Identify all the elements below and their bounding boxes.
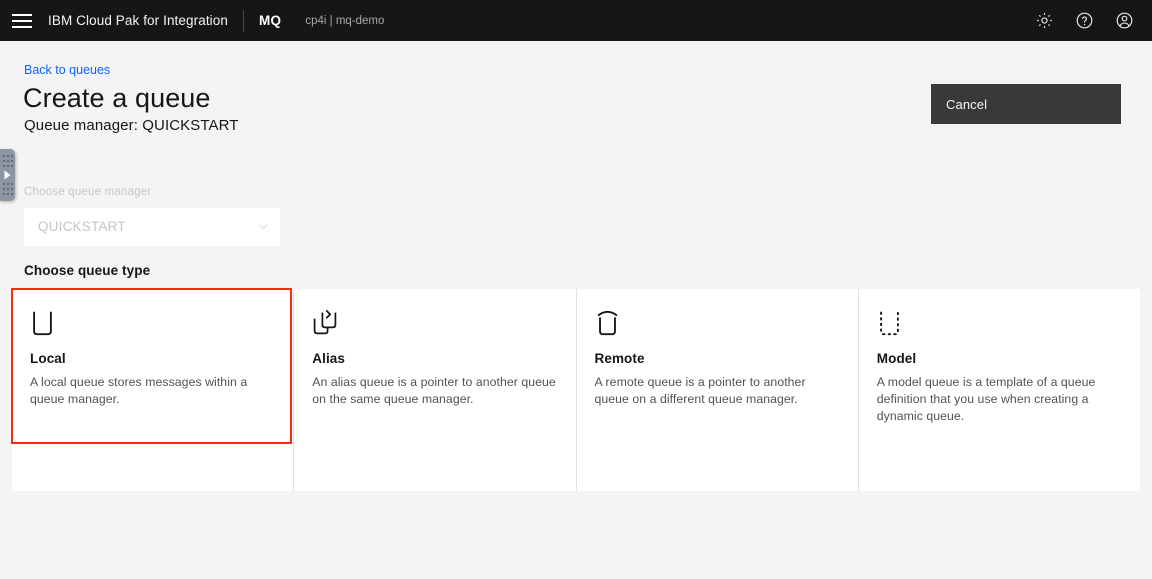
queue-model-icon	[877, 309, 1122, 343]
choose-queue-type-heading: Choose queue type	[24, 263, 151, 278]
header-divider	[243, 9, 244, 32]
product-name: IBM Cloud Pak for Integration	[48, 13, 228, 28]
cancel-button[interactable]: Cancel	[931, 84, 1121, 124]
queue-type-description: An alias queue is a pointer to another q…	[312, 375, 556, 406]
chevron-down-icon	[246, 220, 280, 233]
queue-manager-field-label: Choose queue manager	[24, 186, 152, 198]
queue-type-card-remote[interactable]: Remote A remote queue is a pointer to an…	[576, 289, 858, 491]
queue-type-card-local[interactable]: Local A local queue stores messages with…	[12, 289, 294, 491]
page-title: Create a queue	[23, 83, 211, 113]
queue-type-title: Local	[30, 351, 66, 366]
queue-type-title: Model	[876, 351, 917, 366]
queue-type-description: A local queue stores messages within a q…	[30, 375, 248, 406]
queue-local-icon	[30, 309, 275, 343]
help-question-icon[interactable]	[1064, 0, 1104, 41]
settings-gear-icon[interactable]	[1024, 0, 1064, 41]
side-panel-grip-handle[interactable]	[0, 149, 15, 201]
queue-type-title: Alias	[312, 351, 346, 366]
header-icon-group	[1024, 0, 1152, 41]
queue-type-card-grid: Local A local queue stores messages with…	[12, 289, 1140, 491]
app-badge-mq[interactable]: MQ	[259, 13, 281, 28]
queue-type-card-alias[interactable]: Alias An alias queue is a pointer to ano…	[294, 289, 576, 491]
queue-alias-icon	[312, 309, 557, 343]
page-content: Back to queues Create a queue Queue mana…	[0, 41, 1152, 579]
queue-remote-icon	[595, 309, 840, 343]
namespace-label: cp4i | mq-demo	[305, 14, 385, 27]
queue-type-description: A model queue is a template of a queue d…	[876, 375, 1096, 423]
page-subtitle: Queue manager: QUICKSTART	[24, 117, 239, 134]
queue-type-card-model[interactable]: Model A model queue is a template of a q…	[858, 289, 1140, 491]
queue-type-description: A remote queue is a pointer to another q…	[594, 375, 806, 406]
queue-type-title: Remote	[594, 351, 645, 366]
queue-manager-selected-value: QUICKSTART	[38, 219, 126, 234]
global-header: IBM Cloud Pak for Integration MQ cp4i | …	[0, 0, 1152, 41]
user-account-icon[interactable]	[1104, 0, 1144, 41]
back-to-queues-link[interactable]: Back to queues	[24, 63, 110, 77]
queue-manager-select[interactable]: QUICKSTART	[24, 208, 280, 246]
hamburger-menu-icon[interactable]	[0, 0, 44, 41]
